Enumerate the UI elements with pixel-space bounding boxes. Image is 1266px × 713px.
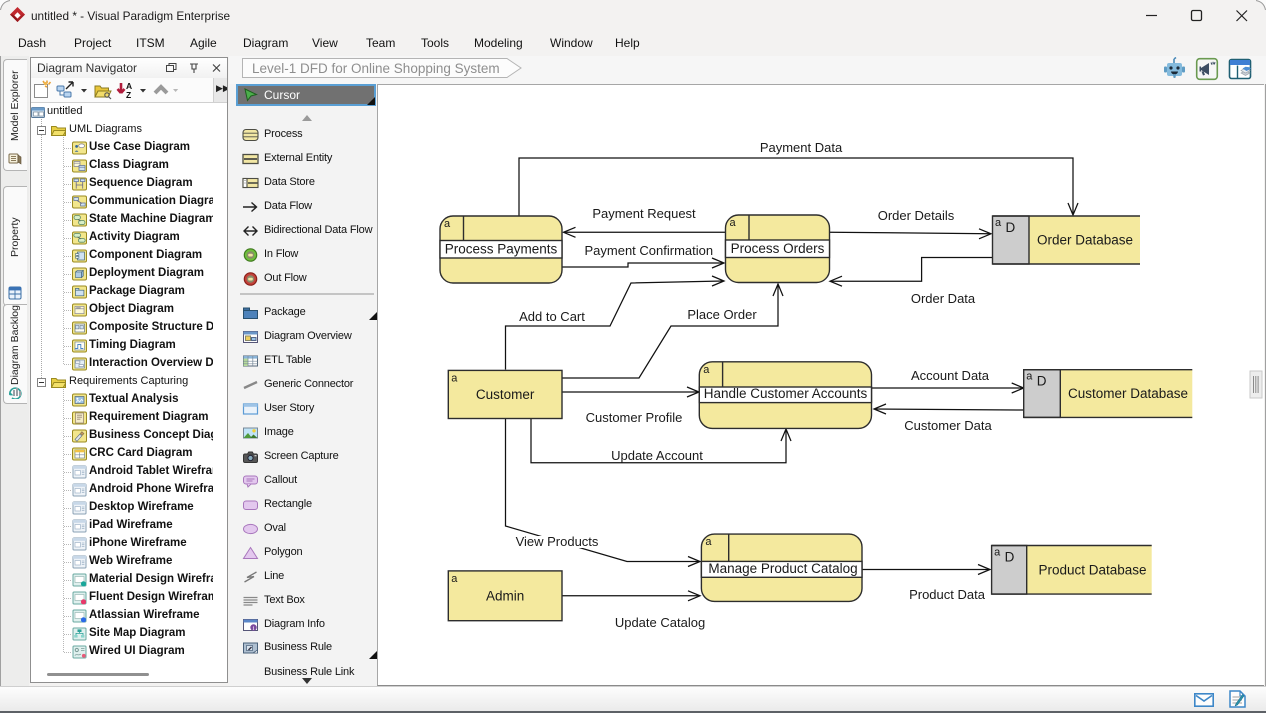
svg-text:Account Data: Account Data bbox=[911, 368, 990, 383]
svg-text:Payment Confirmation: Payment Confirmation bbox=[584, 243, 713, 258]
svg-text:a: a bbox=[444, 218, 451, 230]
svg-text:a: a bbox=[705, 536, 712, 548]
svg-text:D: D bbox=[1005, 550, 1015, 565]
svg-text:Customer Data: Customer Data bbox=[904, 418, 992, 433]
svg-text:Customer: Customer bbox=[476, 387, 535, 402]
svg-text:a: a bbox=[730, 217, 737, 229]
svg-text:Admin: Admin bbox=[486, 588, 524, 603]
svg-text:Update Account: Update Account bbox=[611, 448, 703, 463]
svg-text:a: a bbox=[995, 217, 1002, 229]
svg-text:a: a bbox=[1026, 371, 1033, 383]
svg-text:Order Database: Order Database bbox=[1037, 233, 1133, 248]
svg-text:Order Details: Order Details bbox=[878, 208, 955, 223]
svg-text:Customer Profile: Customer Profile bbox=[586, 410, 683, 425]
svg-text:Handle Customer Accounts: Handle Customer Accounts bbox=[704, 386, 868, 401]
svg-text:i: i bbox=[253, 625, 255, 632]
svg-text:Payment Request: Payment Request bbox=[592, 206, 696, 221]
svg-text:Place Order: Place Order bbox=[687, 307, 757, 322]
svg-text:D: D bbox=[1037, 374, 1047, 389]
svg-text:Z: Z bbox=[126, 90, 131, 100]
svg-text:Add to Cart: Add to Cart bbox=[519, 309, 585, 324]
svg-text:a: a bbox=[994, 547, 1001, 559]
svg-text:a: a bbox=[451, 372, 458, 384]
svg-text:Product Database: Product Database bbox=[1038, 562, 1146, 577]
svg-text:Update Catalog: Update Catalog bbox=[615, 615, 705, 630]
svg-text:Payment Data: Payment Data bbox=[760, 140, 843, 155]
svg-text:Process Orders: Process Orders bbox=[731, 241, 825, 256]
svg-text:Manage Product Catalog: Manage Product Catalog bbox=[708, 561, 857, 576]
svg-text:Order Data: Order Data bbox=[911, 291, 976, 306]
svg-text:Product Data: Product Data bbox=[909, 587, 986, 602]
svg-text:Process Payments: Process Payments bbox=[445, 242, 558, 257]
svg-text:a: a bbox=[703, 364, 710, 376]
svg-text:Customer Database: Customer Database bbox=[1068, 386, 1188, 401]
svg-text:a: a bbox=[451, 573, 458, 585]
svg-text:View Products: View Products bbox=[516, 534, 599, 549]
svg-text:D: D bbox=[1006, 220, 1016, 235]
